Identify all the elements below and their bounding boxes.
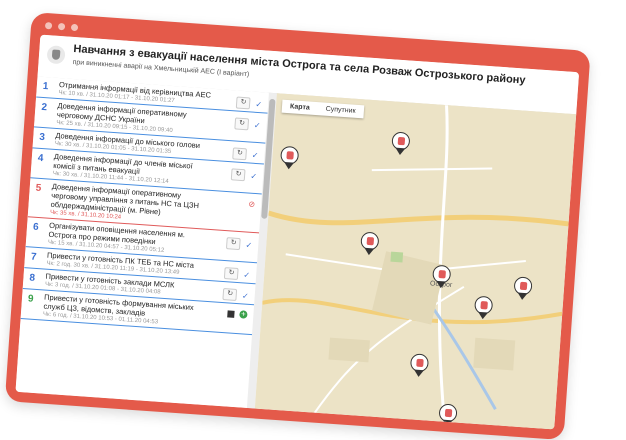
window-dot bbox=[44, 21, 53, 30]
task-number: 3 bbox=[38, 131, 46, 144]
task-actions: ⊘ bbox=[248, 200, 255, 209]
refresh-icon[interactable]: ↻ bbox=[226, 237, 242, 251]
window-dot bbox=[70, 23, 79, 32]
task-actions: ↻ ✓ bbox=[234, 117, 261, 131]
app-window: Навчання з евакуації населення міста Ост… bbox=[15, 34, 580, 430]
stop-square-icon[interactable] bbox=[227, 309, 235, 318]
task-number: 5 bbox=[35, 182, 42, 195]
check-icon: ✓ bbox=[255, 99, 263, 109]
add-icon[interactable]: + bbox=[239, 309, 248, 319]
refresh-icon[interactable]: ↻ bbox=[224, 267, 239, 281]
refresh-icon[interactable]: ↻ bbox=[222, 288, 238, 301]
check-icon: ✓ bbox=[243, 269, 251, 280]
refresh-icon[interactable]: ↻ bbox=[236, 96, 251, 110]
task-number: 2 bbox=[40, 101, 48, 114]
check-icon: ✓ bbox=[250, 171, 258, 181]
task-number: 8 bbox=[29, 272, 36, 284]
task-actions: ↻ ✓ bbox=[224, 267, 251, 281]
task-number: 1 bbox=[42, 80, 49, 93]
check-icon: ✓ bbox=[251, 150, 259, 160]
check-icon: ✓ bbox=[245, 239, 253, 250]
task-actions: ↻ ✓ bbox=[222, 288, 250, 302]
task-number: 6 bbox=[32, 221, 39, 233]
refresh-icon[interactable]: ↻ bbox=[231, 168, 246, 182]
task-actions: ↻ ✓ bbox=[226, 237, 253, 251]
refresh-icon[interactable]: ↻ bbox=[234, 117, 250, 131]
refresh-icon[interactable]: ↻ bbox=[232, 147, 248, 161]
map-canvas bbox=[254, 93, 577, 430]
task-number: 9 bbox=[27, 293, 34, 305]
task-actions: ↻ ✓ bbox=[236, 96, 262, 110]
window-dot bbox=[57, 22, 66, 31]
task-list: 1 Отримання інформації від керівництва АЕ… bbox=[15, 76, 269, 408]
tab-map[interactable]: Карта bbox=[282, 100, 319, 115]
stop-icon: ⊘ bbox=[248, 199, 256, 210]
task-actions: + bbox=[227, 309, 248, 319]
task-actions: ↻ ✓ bbox=[231, 168, 257, 182]
map-panel[interactable]: Карта Супутник Острог bbox=[254, 93, 577, 430]
task-actions: ↻ ✓ bbox=[232, 147, 259, 161]
check-icon: ✓ bbox=[253, 120, 261, 130]
emblem-icon bbox=[46, 45, 66, 65]
window-dots bbox=[44, 21, 79, 32]
task-number: 4 bbox=[37, 152, 44, 165]
task-number: 7 bbox=[30, 251, 37, 263]
browser-frame: Навчання з евакуації населення міста Ост… bbox=[4, 12, 591, 440]
check-icon: ✓ bbox=[241, 290, 250, 301]
